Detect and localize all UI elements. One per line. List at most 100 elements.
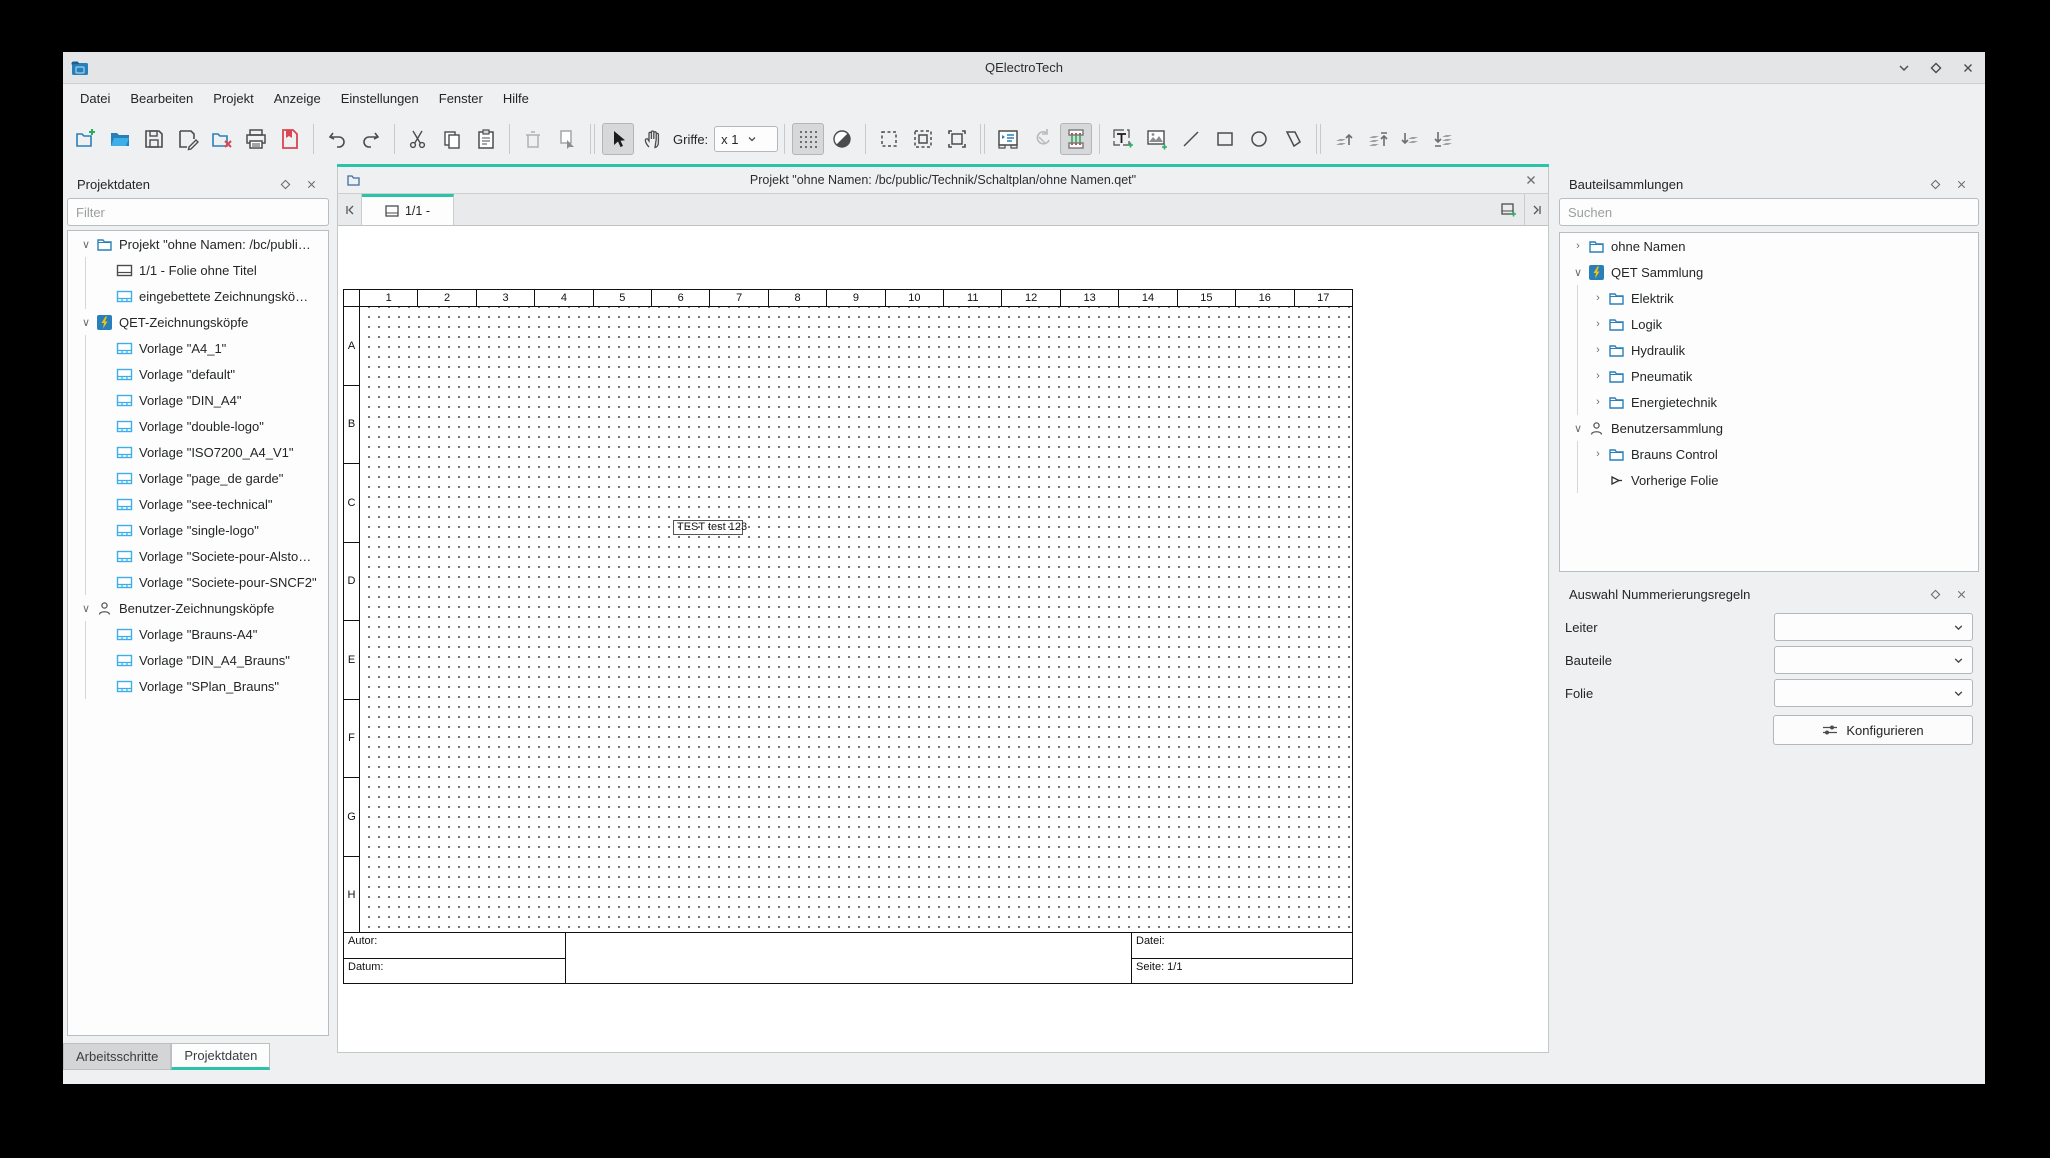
menu-hilfe[interactable]: Hilfe xyxy=(493,87,539,110)
project-tree-item[interactable]: Vorlage "SPlan_Brauns" xyxy=(68,673,328,699)
new-project-button[interactable] xyxy=(70,123,102,155)
raise-button[interactable] xyxy=(1328,123,1360,155)
menu-projekt[interactable]: Projekt xyxy=(203,87,263,110)
numbering-combobox-folie[interactable] xyxy=(1774,679,1973,707)
delete-button[interactable] xyxy=(517,123,549,155)
document-close-icon[interactable] xyxy=(1524,173,1538,187)
expander-icon[interactable]: › xyxy=(1588,448,1608,460)
element-panel-button[interactable] xyxy=(992,123,1024,155)
export-pdf-button[interactable] xyxy=(274,123,306,155)
expander-icon[interactable]: › xyxy=(1588,318,1608,330)
theme-contrast-button[interactable] xyxy=(826,123,858,155)
draw-ellipse-button[interactable] xyxy=(1243,123,1275,155)
grid-toggle-button[interactable] xyxy=(792,123,824,155)
diagram-text-item[interactable]: TEST test 123 xyxy=(677,521,747,533)
menu-einstellungen[interactable]: Einstellungen xyxy=(331,87,429,110)
project-tree-item[interactable]: Vorlage "ISO7200_A4_V1" xyxy=(68,439,328,465)
copy-button[interactable] xyxy=(436,123,468,155)
project-tree-item[interactable]: Vorlage "see-technical" xyxy=(68,491,328,517)
close-dock-icon[interactable] xyxy=(303,176,319,192)
paste-button[interactable] xyxy=(470,123,502,155)
expander-icon[interactable]: ∨ xyxy=(76,238,96,251)
open-project-button[interactable] xyxy=(104,123,136,155)
selection-mode-button[interactable] xyxy=(602,123,634,155)
pan-mode-button[interactable] xyxy=(636,123,668,155)
expander-icon[interactable]: ∨ xyxy=(1568,266,1588,279)
print-button[interactable] xyxy=(240,123,272,155)
expander-icon[interactable]: › xyxy=(1568,240,1588,252)
float-dock-icon[interactable] xyxy=(1927,586,1943,602)
project-tree-item[interactable]: ∨QET-Zeichnungsköpfe xyxy=(68,309,328,335)
undo-button[interactable] xyxy=(321,123,353,155)
collections-tree-item[interactable]: ∨QET Sammlung xyxy=(1560,259,1978,285)
expander-icon[interactable]: › xyxy=(1588,396,1608,408)
draw-rectangle-button[interactable] xyxy=(1209,123,1241,155)
terminal-strip-button[interactable] xyxy=(1060,123,1092,155)
float-dock-icon[interactable] xyxy=(1927,176,1943,192)
numbering-combobox-bauteile[interactable] xyxy=(1774,646,1973,674)
collections-search-input[interactable]: Suchen xyxy=(1559,198,1979,226)
paste-special-button[interactable] xyxy=(551,123,583,155)
expander-icon[interactable]: ∨ xyxy=(76,316,96,329)
dock-tab-projektdaten[interactable]: Projektdaten xyxy=(171,1043,270,1070)
add-text-button[interactable] xyxy=(1107,123,1139,155)
menu-anzeige[interactable]: Anzeige xyxy=(264,87,331,110)
menu-bearbeiten[interactable]: Bearbeiten xyxy=(120,87,203,110)
float-dock-icon[interactable] xyxy=(277,176,293,192)
rotate-texts-button[interactable] xyxy=(1026,123,1058,155)
collections-tree-item[interactable]: ∨Benutzersammlung xyxy=(1560,415,1978,441)
project-tree-item[interactable]: Vorlage "double-logo" xyxy=(68,413,328,439)
add-image-button[interactable] xyxy=(1141,123,1173,155)
collections-tree-item[interactable]: ›Pneumatik xyxy=(1560,363,1978,389)
expander-icon[interactable]: › xyxy=(1588,292,1608,304)
resize-frame-button[interactable] xyxy=(941,123,973,155)
tabs-scroll-right-icon[interactable] xyxy=(1524,194,1548,225)
project-tree-item[interactable]: Vorlage "DIN_A4" xyxy=(68,387,328,413)
filter-input[interactable]: Filter xyxy=(67,198,329,226)
expander-icon[interactable]: › xyxy=(1588,344,1608,356)
expander-icon[interactable]: › xyxy=(1588,370,1608,382)
folio-tab[interactable]: 1/1 - xyxy=(362,194,454,225)
project-tree-item[interactable]: eingebettete Zeichnungskö… xyxy=(68,283,328,309)
close-dock-icon[interactable] xyxy=(1953,176,1969,192)
minimize-icon[interactable] xyxy=(1895,59,1913,77)
project-tree-item[interactable]: Vorlage "Societe-pour-SNCF2" xyxy=(68,569,328,595)
project-tree-item[interactable]: Vorlage "page_de garde" xyxy=(68,465,328,491)
configure-button[interactable]: Konfigurieren xyxy=(1773,715,1973,745)
collections-tree-item[interactable]: ›Hydraulik xyxy=(1560,337,1978,363)
collections-tree-item[interactable]: Vorherige Folie xyxy=(1560,467,1978,493)
lower-bottom-button[interactable] xyxy=(1430,123,1462,155)
selection-fit-button[interactable] xyxy=(907,123,939,155)
close-icon[interactable] xyxy=(1959,59,1977,77)
menu-datei[interactable]: Datei xyxy=(70,87,120,110)
handles-size-combobox[interactable]: x 1 xyxy=(714,126,778,152)
collections-tree-item[interactable]: ›Energietechnik xyxy=(1560,389,1978,415)
add-folio-button[interactable] xyxy=(1494,194,1524,225)
save-as-button[interactable] xyxy=(172,123,204,155)
project-tree-item[interactable]: Vorlage "Brauns-A4" xyxy=(68,621,328,647)
tabs-scroll-left-icon[interactable] xyxy=(338,194,362,225)
selection-rect-button[interactable] xyxy=(873,123,905,155)
expander-icon[interactable]: ∨ xyxy=(1568,422,1588,435)
close-dock-icon[interactable] xyxy=(1953,586,1969,602)
project-tree-item[interactable]: Vorlage "A4_1" xyxy=(68,335,328,361)
numbering-combobox-leiter[interactable] xyxy=(1774,613,1973,641)
project-tree-item[interactable]: ∨Benutzer-Zeichnungsköpfe xyxy=(68,595,328,621)
sheet-grid[interactable] xyxy=(360,307,1352,934)
expander-icon[interactable]: ∨ xyxy=(76,602,96,615)
diagram-canvas[interactable]: 1234567891011121314151617 ABCDEFGH TEST … xyxy=(338,226,1548,1052)
project-tree-item[interactable]: Vorlage "DIN_A4_Brauns" xyxy=(68,647,328,673)
project-tree-item[interactable]: 1/1 - Folie ohne Titel xyxy=(68,257,328,283)
draw-line-button[interactable] xyxy=(1175,123,1207,155)
cut-button[interactable] xyxy=(402,123,434,155)
collections-tree-item[interactable]: ›Brauns Control xyxy=(1560,441,1978,467)
save-button[interactable] xyxy=(138,123,170,155)
redo-button[interactable] xyxy=(355,123,387,155)
lower-button[interactable] xyxy=(1396,123,1428,155)
collections-tree-item[interactable]: ›Elektrik xyxy=(1560,285,1978,311)
menu-fenster[interactable]: Fenster xyxy=(429,87,493,110)
project-tree-item[interactable]: Vorlage "single-logo" xyxy=(68,517,328,543)
project-tree-item[interactable]: Vorlage "Societe-pour-Alsto… xyxy=(68,543,328,569)
draw-polygon-button[interactable] xyxy=(1277,123,1309,155)
raise-top-button[interactable] xyxy=(1362,123,1394,155)
